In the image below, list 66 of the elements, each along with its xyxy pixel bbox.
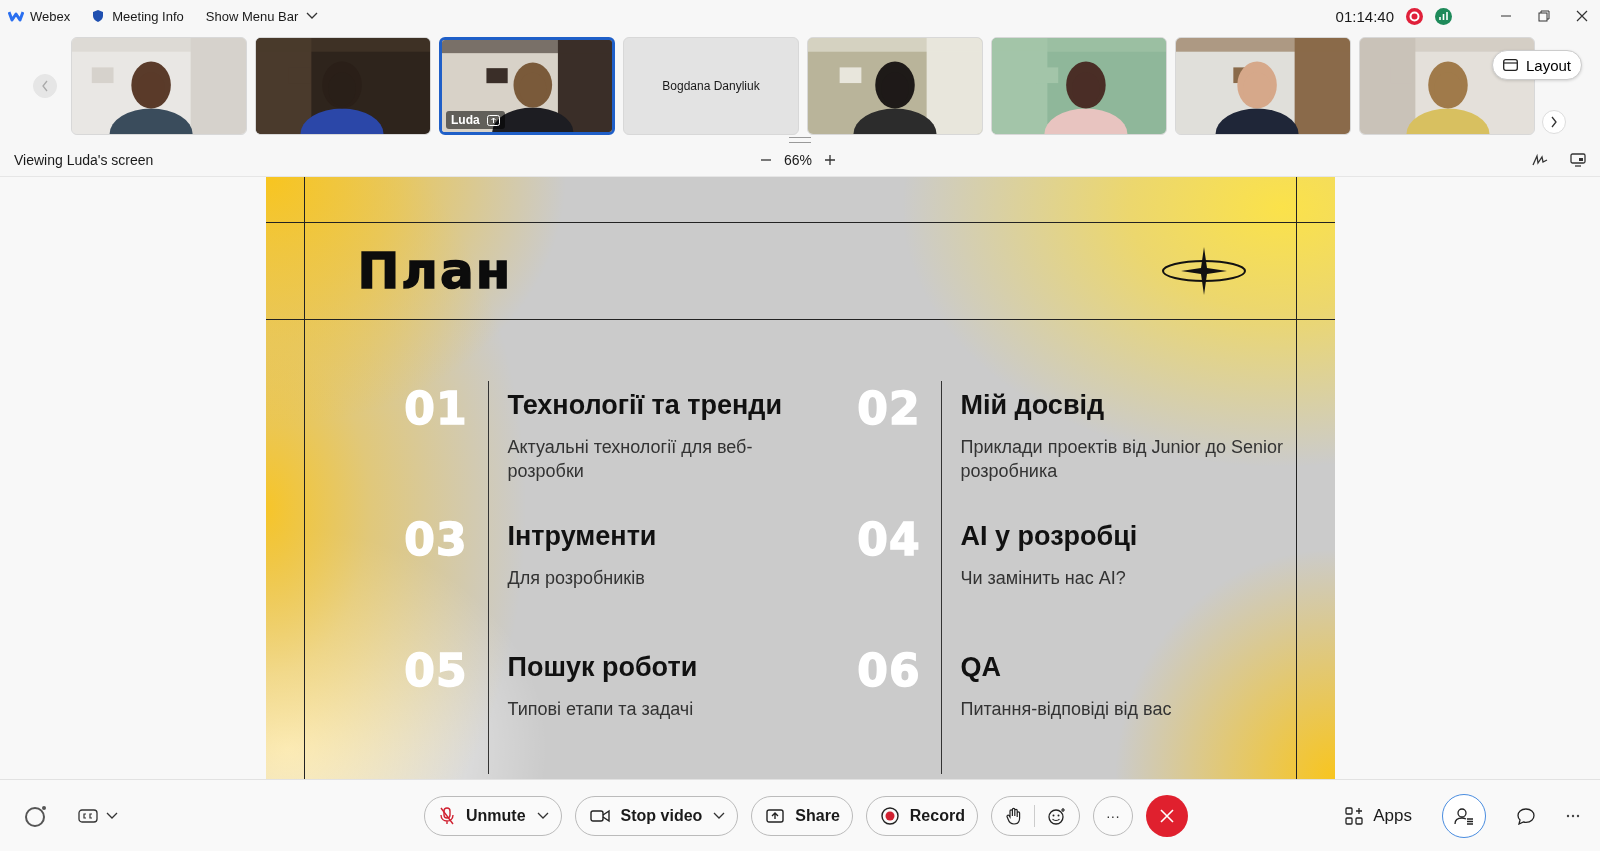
item-title: AI у розробці [960, 522, 1139, 552]
item-number: 05 [404, 649, 468, 698]
caret-icon [536, 811, 549, 820]
participant-tile[interactable]: Bogdana Danyliuk [623, 37, 799, 135]
apps-icon [1345, 806, 1364, 825]
screen-icon[interactable] [1570, 153, 1586, 167]
next-arrow-button[interactable] [1542, 110, 1566, 134]
ring-icon[interactable] [24, 803, 48, 828]
more-options-icon[interactable] [1566, 813, 1580, 818]
captions-icon [78, 808, 98, 823]
share-button[interactable]: Share [751, 795, 853, 836]
participants-button[interactable] [1442, 793, 1486, 838]
participant-name: Bogdana Danyliuk [662, 79, 760, 93]
layout-icon [1503, 59, 1518, 71]
participant-tile[interactable]: Luda [439, 37, 615, 135]
meeting-info-button[interactable]: Meeting Info [92, 8, 184, 24]
close-icon[interactable] [1576, 10, 1588, 22]
signal-strength-icon [1435, 7, 1452, 25]
item-number: 01 [404, 387, 468, 436]
app-name: Webex [30, 8, 71, 24]
chevron-right-icon [1550, 116, 1558, 128]
muted-microphone-icon [439, 806, 455, 825]
record-button[interactable]: Record [865, 795, 978, 836]
item-title: Інтрументи [507, 522, 658, 552]
recording-icon [1406, 7, 1423, 25]
meeting-timer: 01:14:40 [1335, 7, 1394, 25]
zoom-level: 66% [784, 152, 813, 168]
item-description: Типові етапи та задачі [507, 697, 695, 721]
shield-icon [92, 9, 105, 23]
layout-button[interactable]: Layout [1492, 50, 1583, 80]
item-title: QA [960, 653, 1002, 683]
item-number: 03 [404, 518, 468, 567]
slide-title: План [357, 242, 513, 300]
caret-icon [106, 811, 118, 820]
webex-logo-icon [8, 10, 24, 22]
item-title: Мій досвід [960, 391, 1106, 421]
show-menu-bar-button[interactable]: Show Menu Bar [205, 8, 319, 24]
item-title: Технології та тренди [507, 391, 784, 421]
chevron-left-icon [41, 80, 49, 92]
leave-button[interactable] [1145, 794, 1188, 837]
chevron-down-icon [306, 12, 319, 20]
item-description: Для розробників [507, 566, 646, 590]
item-description: Питання-відповіді від вас [960, 697, 1173, 721]
apps-button[interactable]: Apps [1345, 805, 1412, 826]
viewing-label: Viewing Luda's screen [14, 152, 154, 168]
record-icon [880, 806, 899, 825]
participant-name: Luda [451, 113, 480, 127]
participants-icon [1454, 806, 1474, 825]
share-icon [766, 808, 785, 823]
restore-icon[interactable] [1538, 10, 1550, 22]
camera-icon [589, 808, 610, 823]
close-icon [1159, 808, 1174, 823]
stop-video-button[interactable]: Stop video [574, 795, 739, 836]
captions-button[interactable] [78, 808, 118, 823]
item-description: Приклади проектів від Junior до Senior розробника [960, 435, 1284, 483]
more-button[interactable]: ··· [1092, 795, 1133, 836]
unmute-button[interactable]: Unmute [424, 795, 562, 836]
zoom-in-icon[interactable] [824, 154, 837, 166]
item-description: Актуальні технології для веб-розробки [507, 435, 754, 483]
item-title: Пошук роботи [507, 653, 699, 683]
raise-hand-icon[interactable] [1005, 806, 1022, 825]
emoji-icon[interactable] [1046, 806, 1067, 825]
item-description: Чи замінить нас AI? [960, 566, 1127, 590]
chat-icon[interactable] [1516, 806, 1536, 825]
caret-icon [713, 811, 726, 820]
annotate-icon[interactable] [1532, 153, 1548, 167]
